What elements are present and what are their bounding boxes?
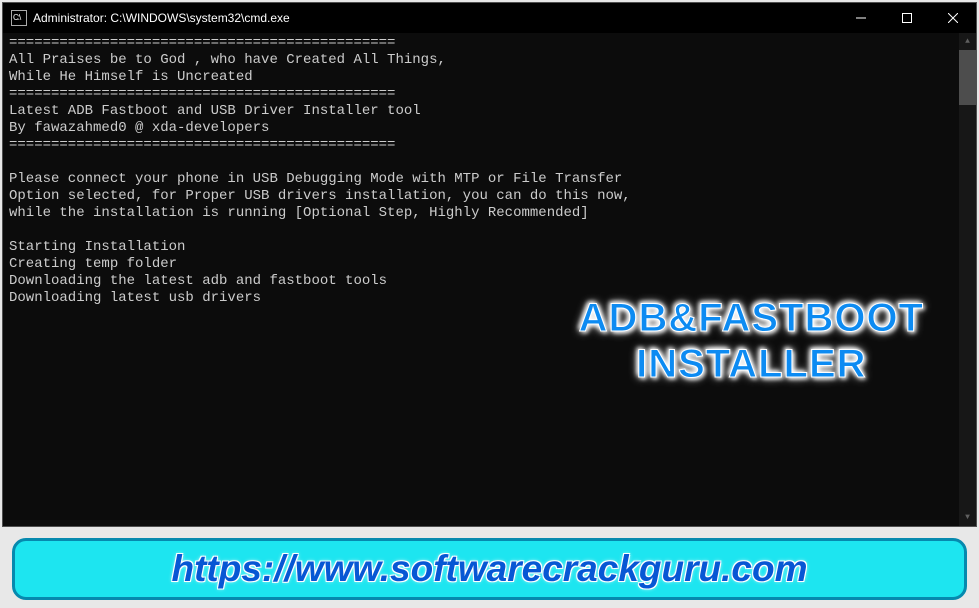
- cmd-icon: C:\: [11, 10, 27, 26]
- minimize-icon: [856, 13, 866, 23]
- overlay-watermark: ADB&FASTBOOT INSTALLER: [579, 295, 924, 387]
- close-button[interactable]: [930, 3, 976, 33]
- console-output[interactable]: ========================================…: [3, 33, 976, 526]
- scroll-up-arrow[interactable]: ▲: [959, 33, 976, 50]
- titlebar-buttons: [838, 3, 976, 33]
- banner-url: https://www.softwarecrackguru.com: [172, 548, 808, 590]
- window-title: Administrator: C:\WINDOWS\system32\cmd.e…: [33, 11, 290, 25]
- minimize-button[interactable]: [838, 3, 884, 33]
- titlebar[interactable]: C:\ Administrator: C:\WINDOWS\system32\c…: [3, 3, 976, 33]
- scroll-down-arrow[interactable]: ▼: [959, 509, 976, 526]
- maximize-button[interactable]: [884, 3, 930, 33]
- close-icon: [948, 13, 958, 23]
- overlay-line2: INSTALLER: [636, 342, 866, 386]
- scrollbar-thumb[interactable]: [959, 50, 976, 105]
- bottom-banner: https://www.softwarecrackguru.com: [12, 538, 967, 600]
- maximize-icon: [902, 13, 912, 23]
- overlay-line1: ADB&FASTBOOT: [579, 296, 924, 340]
- cmd-window: C:\ Administrator: C:\WINDOWS\system32\c…: [2, 2, 977, 527]
- scrollbar[interactable]: ▲ ▼: [959, 33, 976, 526]
